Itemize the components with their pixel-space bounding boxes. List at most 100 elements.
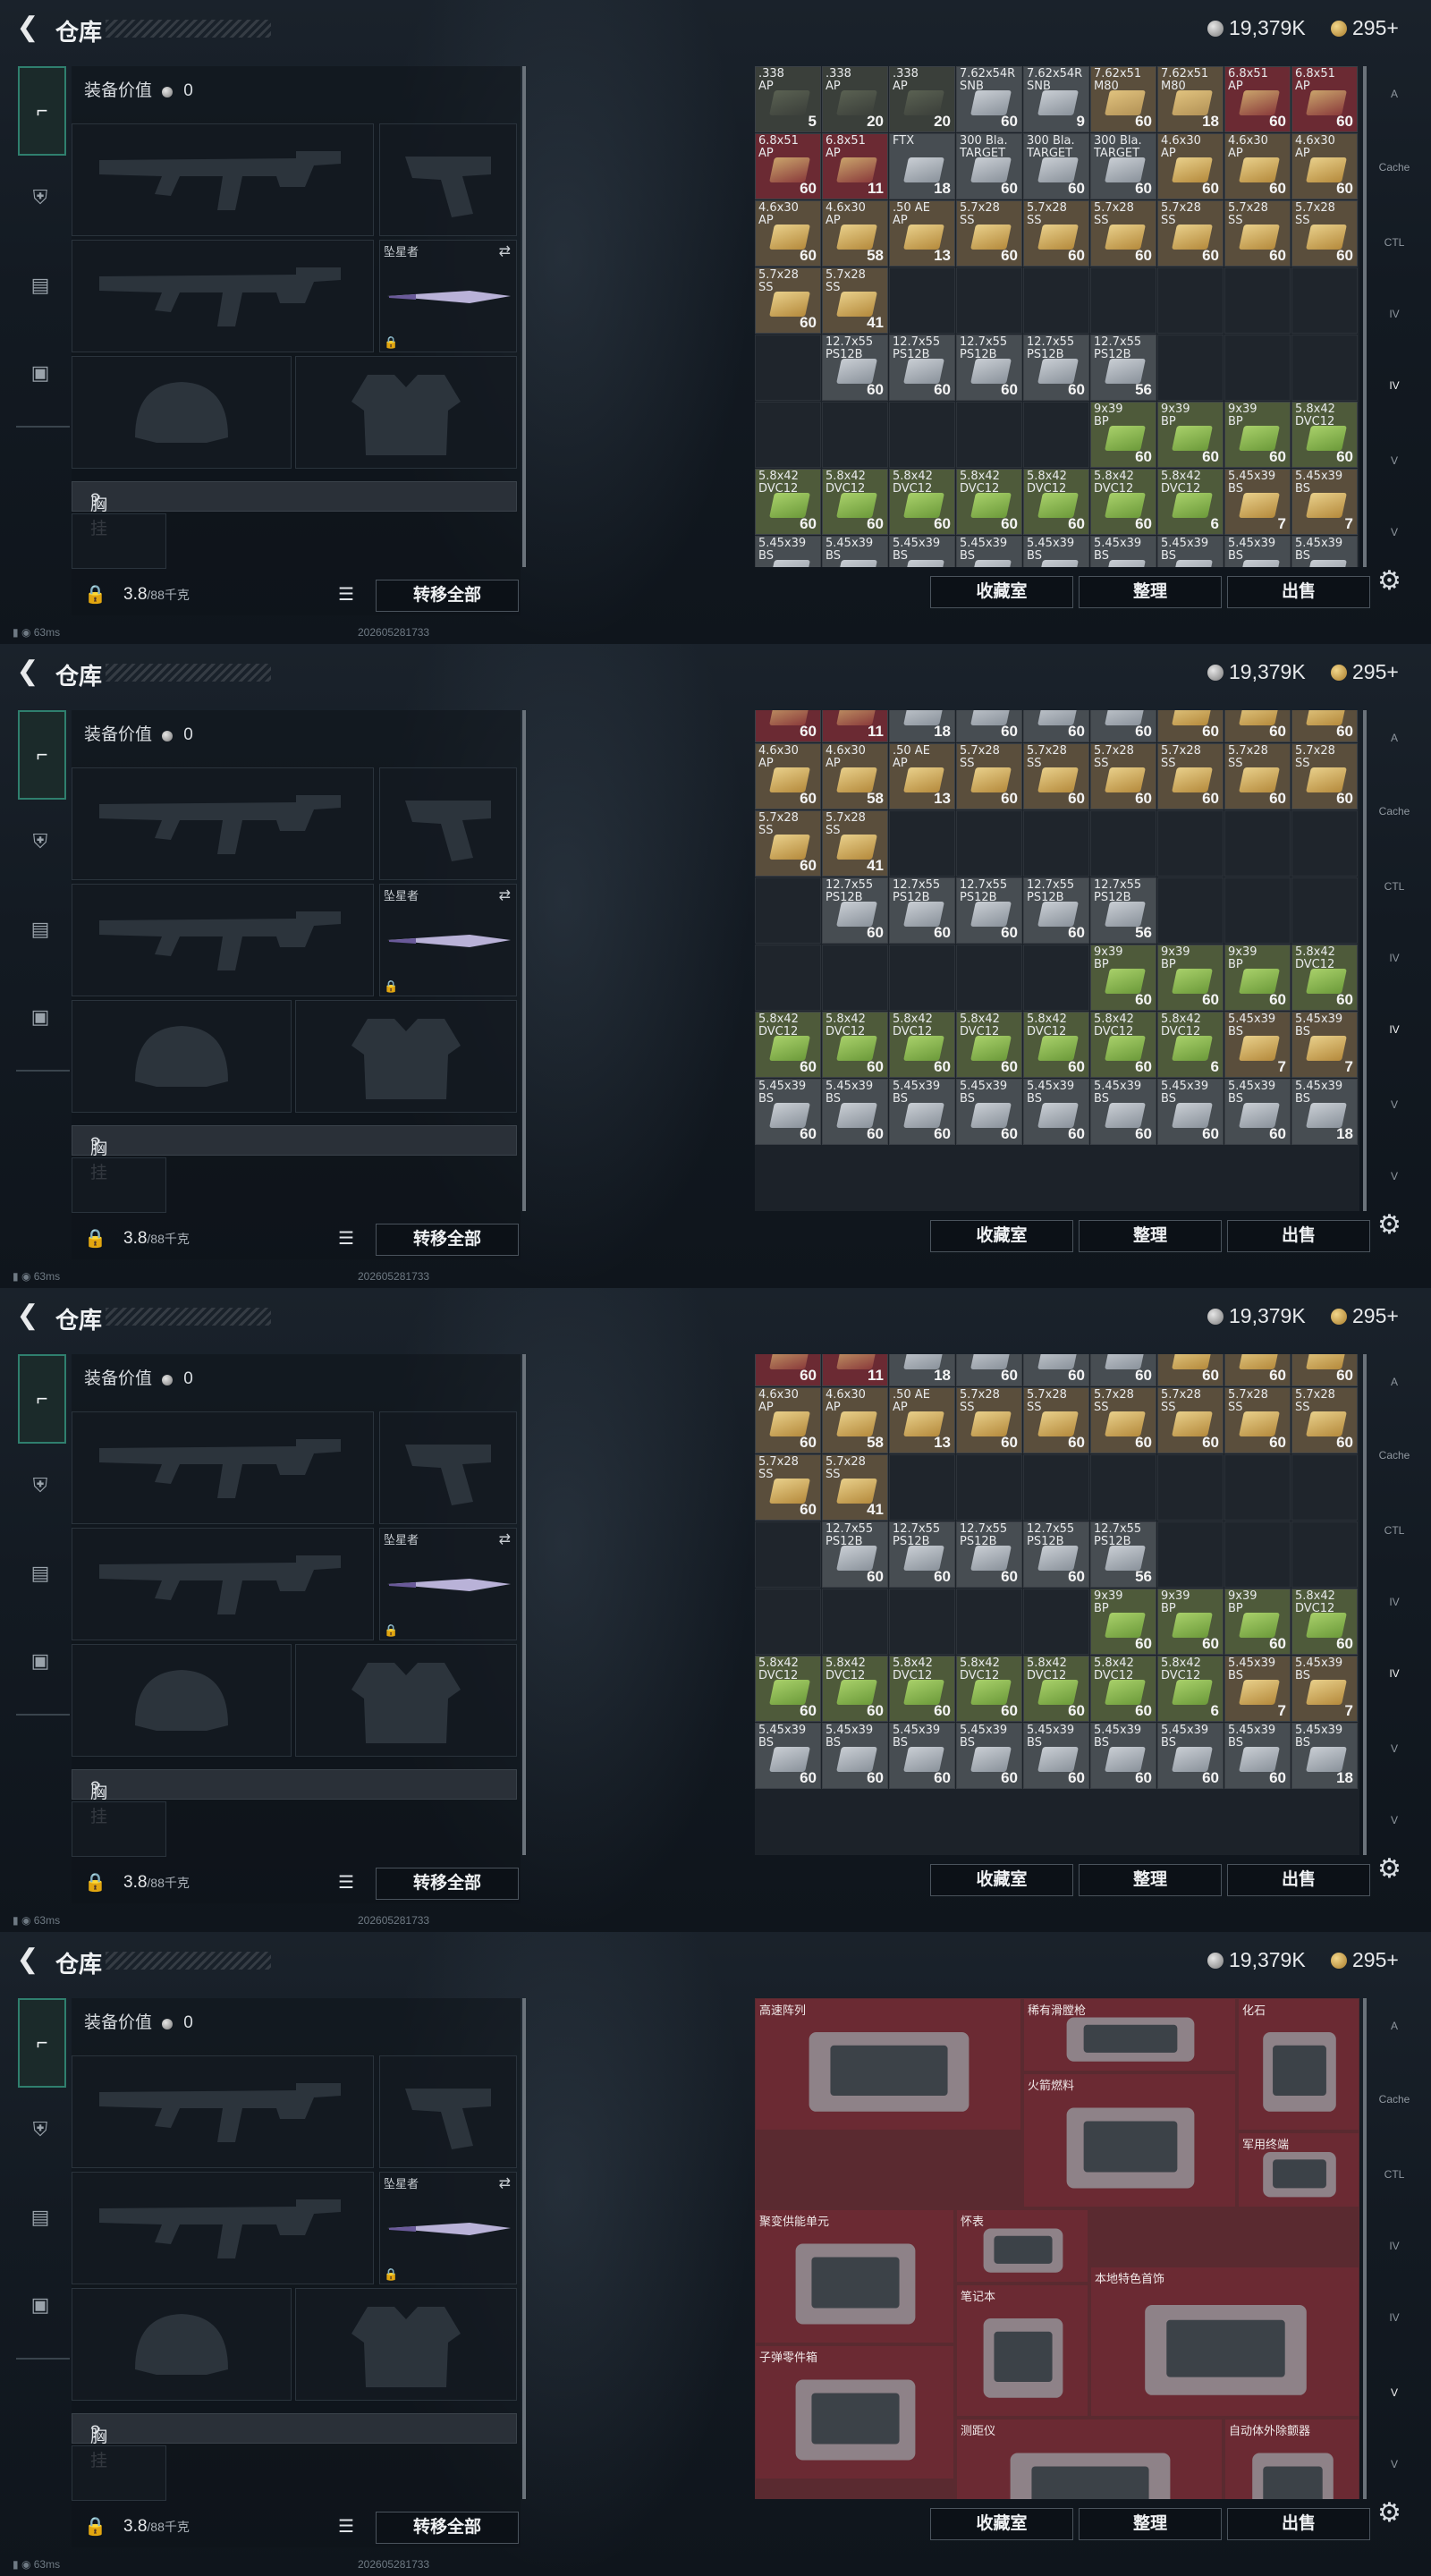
nav-case[interactable]: ▣ [20,2284,61,2326]
ammo-cell[interactable]: 5.8x42 DVC12 60 [1090,1012,1156,1078]
warehouse-tab-7[interactable]: V [1376,513,1413,551]
ammo-cell[interactable]: 4.6x30 AP 60 [1224,1354,1291,1386]
ammo-cell[interactable]: 300 Bla. TARGET 60 [1023,1354,1089,1386]
favorites-button[interactable]: 收藏室 [930,2508,1073,2540]
ammo-cell[interactable]: 6.8x51 AP 60 [1291,66,1358,132]
ammo-cell[interactable]: 5.45x39 BS 7 [1291,1656,1358,1722]
empty-cell[interactable] [1291,1521,1358,1588]
pistol-slot[interactable] [379,1411,517,1524]
warehouse-tab-5[interactable]: IV [1376,367,1413,404]
ammo-cell[interactable]: 5.45x39 BS 60 [1224,1723,1291,1789]
ammo-cell[interactable]: .338 AP 20 [822,66,888,132]
ammo-cell[interactable]: 12.7x55 PS12B 60 [889,335,955,401]
ammo-cell[interactable]: 12.7x55 PS12B 56 [1090,1521,1156,1588]
ammo-cell[interactable]: 6.8x51 AP 60 [755,1354,821,1386]
ammo-cell[interactable]: 6.8x51 AP 60 [755,133,821,199]
ammo-cell[interactable]: 4.6x30 AP 58 [822,200,888,267]
ammo-cell[interactable]: 12.7x55 PS12B 60 [822,335,888,401]
transfer-all-button[interactable]: 转移全部 [376,1868,519,1900]
ammo-cell[interactable]: 5.45x39 BS 60 [956,1723,1022,1789]
ammo-cell[interactable]: 5.8x42 DVC12 60 [755,1656,821,1722]
warehouse-tab-7[interactable]: V [1376,2445,1413,2483]
primary-weapon-slot[interactable] [72,1411,374,1524]
ammo-cell[interactable]: 5.45x39 BS 18 [1291,1723,1358,1789]
empty-cell[interactable] [1157,1521,1224,1588]
empty-cell[interactable] [755,1521,821,1588]
sort-button[interactable]: 整理 [1079,2508,1222,2540]
empty-cell[interactable] [1023,267,1089,334]
empty-cell[interactable] [1224,335,1291,401]
ammo-cell[interactable]: 4.6x30 AP 60 [1157,133,1224,199]
ammo-cell[interactable]: 5.8x42 DVC12 60 [1023,1656,1089,1722]
empty-cell[interactable] [1224,810,1291,877]
ammo-cell[interactable]: FTX 18 [889,133,955,199]
ammo-cell[interactable]: 12.7x55 PS12B 60 [956,877,1022,944]
ammo-cell[interactable]: 5.45x39 BS 60 [1090,1079,1156,1145]
ammo-cell[interactable]: 5.45x39 BS 60 [755,1723,821,1789]
empty-cell[interactable] [1224,1454,1291,1521]
transfer-all-button[interactable]: 转移全部 [376,1224,519,1256]
empty-cell[interactable] [755,402,821,468]
ammo-cell[interactable]: 6.8x51 AP 11 [822,133,888,199]
nav-gear[interactable]: ⛨ [20,1465,61,1506]
sell-button[interactable]: 出售 [1227,1864,1370,1896]
ammo-cell[interactable]: .338 AP 20 [889,66,955,132]
empty-cell[interactable] [1291,810,1358,877]
empty-cell[interactable] [1023,810,1089,877]
ammo-cell[interactable]: 5.7x28 SS 60 [1090,200,1156,267]
ammo-cell[interactable]: 5.45x39 BS 18 [1291,536,1358,567]
ammo-cell[interactable]: 4.6x30 AP 60 [1157,1354,1224,1386]
back-icon[interactable]: ❮ [13,13,43,43]
ammo-cell[interactable]: 5.7x28 SS 60 [1157,1387,1224,1453]
armor-slot[interactable] [295,1000,517,1113]
warehouse-grid[interactable]: .338 AP 5 .338 AP 20 .338 AP 20 7.62x54R… [755,66,1359,567]
collectible-item[interactable]: 自动体外除颤器 [1224,2419,1359,2499]
melee-slot[interactable]: 坠星者 ⇄ 🔒 [379,2172,517,2284]
nav-weapons[interactable]: ⌐ [18,66,66,156]
empty-cell[interactable] [956,810,1022,877]
warehouse-tab-7[interactable]: V [1376,1801,1413,1839]
nav-case[interactable]: ▣ [20,1640,61,1682]
collectible-item[interactable]: 稀有滑膛枪 [1023,1998,1236,2072]
warehouse-tab-2[interactable]: Cache [1376,148,1413,186]
empty-cell[interactable] [755,1589,821,1655]
lock-icon[interactable]: 🔒 [84,1227,106,1250]
helmet-slot[interactable] [72,1000,292,1113]
ammo-cell[interactable]: 5.45x39 BS 60 [1023,1723,1089,1789]
ammo-cell[interactable]: 5.7x28 SS 60 [755,810,821,877]
ammo-cell[interactable]: 5.45x39 BS 60 [822,536,888,567]
ammo-cell[interactable]: 5.45x39 BS 60 [889,536,955,567]
back-icon[interactable]: ❮ [13,657,43,687]
ammo-cell[interactable]: 5.45x39 BS 60 [1090,536,1156,567]
warehouse-tab-2[interactable]: Cache [1376,2080,1413,2118]
ammo-cell[interactable]: 4.6x30 AP 60 [1291,133,1358,199]
ammo-cell[interactable]: 4.6x30 AP 60 [1157,710,1224,742]
ammo-cell[interactable]: 5.8x42 DVC12 60 [889,1656,955,1722]
empty-cell[interactable] [1224,267,1291,334]
lock-icon[interactable]: 🔒 [84,1871,106,1894]
warehouse-tab-5[interactable]: IV [1376,2299,1413,2336]
ammo-cell[interactable]: 5.8x42 DVC12 60 [956,469,1022,535]
ammo-cell[interactable]: 5.45x39 BS 60 [822,1079,888,1145]
ammo-cell[interactable]: 5.8x42 DVC12 60 [1291,945,1358,1011]
sort-button[interactable]: 整理 [1079,1220,1222,1252]
ammo-cell[interactable]: 5.7x28 SS 60 [1224,200,1291,267]
ammo-cell[interactable]: 12.7x55 PS12B 60 [822,877,888,944]
ammo-cell[interactable]: 5.7x28 SS 60 [1157,200,1224,267]
warehouse-tab-7[interactable]: V [1376,1157,1413,1195]
ammo-cell[interactable]: 300 Bla. TARGET 60 [956,133,1022,199]
ammo-cell[interactable]: 12.7x55 PS12B 60 [1023,877,1089,944]
nav-weapons[interactable]: ⌐ [18,710,66,800]
nav-weapons[interactable]: ⌐ [18,1354,66,1444]
melee-slot[interactable]: 坠星者 ⇄ 🔒 [379,884,517,996]
empty-cell[interactable] [956,1454,1022,1521]
armor-slot[interactable] [295,356,517,469]
helmet-slot[interactable] [72,356,292,469]
ammo-cell[interactable]: 9x39 BP 60 [1090,402,1156,468]
equipment-scrollbar[interactable] [522,710,526,1211]
helmet-slot[interactable] [72,1644,292,1757]
ammo-cell[interactable]: 5.7x28 SS 60 [1291,1387,1358,1453]
warehouse-tab-1[interactable]: A [1376,75,1413,113]
warehouse-tab-5[interactable]: IV [1376,1011,1413,1048]
lock-icon[interactable]: 🔒 [84,2515,106,2538]
